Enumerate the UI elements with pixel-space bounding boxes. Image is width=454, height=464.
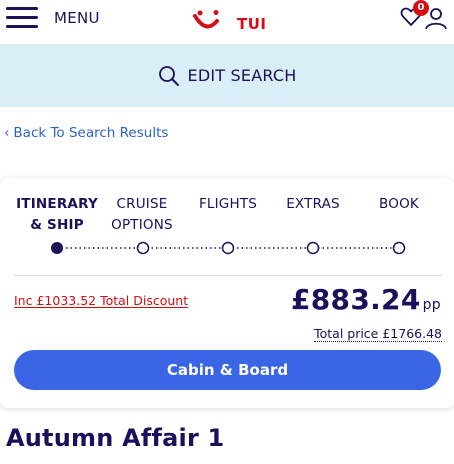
step-dot bbox=[306, 241, 320, 255]
menu-label[interactable]: MENU bbox=[54, 9, 100, 27]
edit-search-label: EDIT SEARCH bbox=[187, 66, 297, 85]
step-flights[interactable]: FLIGHTS bbox=[186, 194, 270, 215]
back-link-label: Back To Search Results bbox=[13, 125, 169, 141]
step-dot bbox=[136, 241, 150, 255]
cabin-and-board-button[interactable]: Cabin & Board bbox=[14, 350, 441, 390]
price-unit: pp bbox=[422, 297, 441, 313]
back-to-search-link[interactable]: ‹ Back To Search Results bbox=[4, 125, 168, 141]
logo-text: TUI bbox=[237, 15, 267, 33]
step-label: ITINERARY bbox=[16, 196, 98, 212]
step-label: CRUISE bbox=[116, 196, 168, 212]
total-price[interactable]: Total price £1766.48 bbox=[314, 326, 442, 342]
total-discount-text[interactable]: Inc £1033.52 Total Discount bbox=[14, 293, 188, 308]
price-per-person: £883.24 pp bbox=[291, 283, 441, 316]
step-dot bbox=[392, 241, 406, 255]
step-dot bbox=[221, 241, 235, 255]
search-icon bbox=[158, 65, 179, 86]
step-dot-active bbox=[51, 242, 63, 254]
user-account-icon[interactable] bbox=[424, 6, 448, 30]
step-progress-track bbox=[51, 241, 406, 255]
cruise-title: Autumn Affair 1 bbox=[6, 424, 225, 452]
step-extras[interactable]: EXTRAS bbox=[271, 194, 355, 215]
step-label: BOOK bbox=[379, 196, 419, 212]
hamburger-menu-icon[interactable] bbox=[6, 7, 38, 29]
step-label: EXTRAS bbox=[286, 196, 340, 212]
chevron-left-icon: ‹ bbox=[4, 125, 10, 141]
price-value: £883.24 bbox=[290, 283, 421, 316]
step-label: & SHIP bbox=[30, 217, 84, 233]
divider bbox=[14, 275, 442, 276]
step-itinerary-ship[interactable]: ITINERARY & SHIP bbox=[14, 194, 100, 236]
booking-summary-card: ITINERARY & SHIP CRUISE OPTIONS FLIGHTS … bbox=[0, 178, 454, 408]
step-cruise-options[interactable]: CRUISE OPTIONS bbox=[100, 194, 184, 236]
edit-search-bar[interactable]: EDIT SEARCH bbox=[0, 44, 454, 107]
step-label: FLIGHTS bbox=[198, 196, 258, 212]
step-book[interactable]: BOOK bbox=[356, 194, 442, 215]
site-header: MENU TUI 0 bbox=[0, 0, 454, 44]
step-label: OPTIONS bbox=[111, 217, 173, 233]
